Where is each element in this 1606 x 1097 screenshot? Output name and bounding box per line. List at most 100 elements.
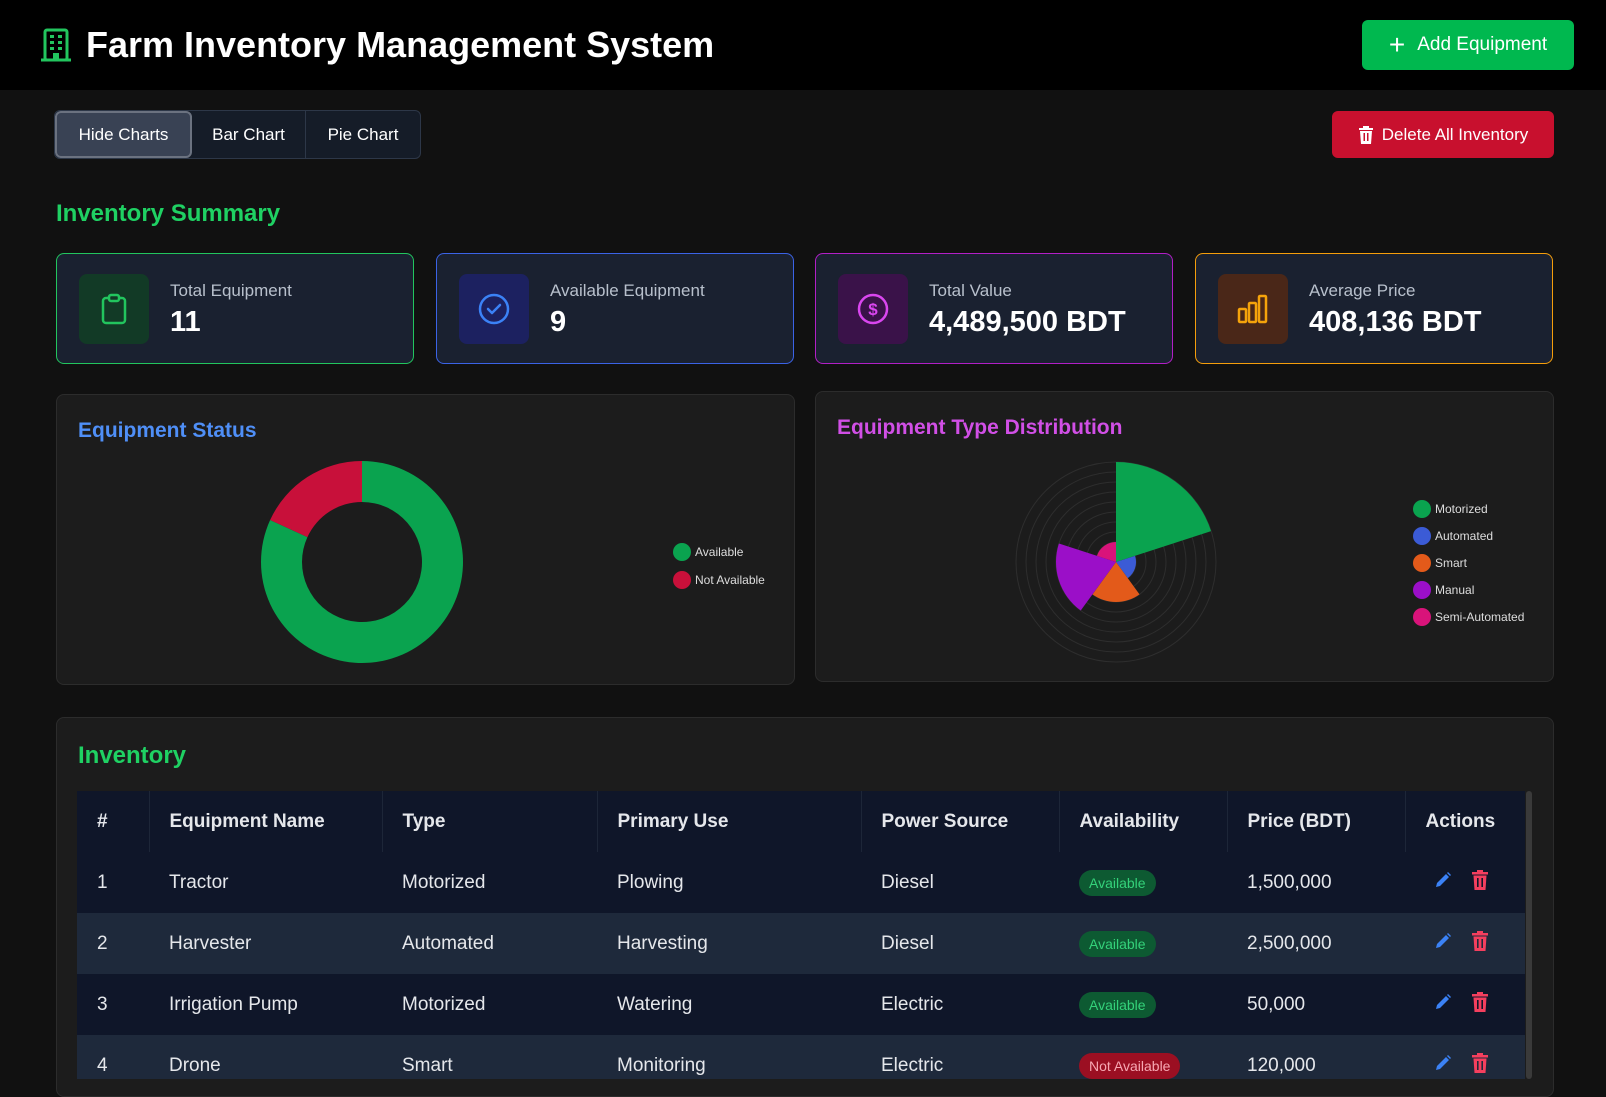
column-header-power[interactable]: Power Source [861,791,1060,852]
edit-icon[interactable] [1433,992,1453,1012]
delete-icon[interactable] [1471,991,1489,1012]
cell-availability: Available [1059,852,1227,913]
cell-number: 1 [77,852,149,913]
cell-use: Plowing [597,852,861,913]
pie-chart-button[interactable]: Pie Chart [306,111,420,158]
available-equipment-card: Available Equipment 9 [436,253,794,364]
total-equipment-card: Total Equipment 11 [56,253,414,364]
summary-title: Inventory Summary [56,200,281,227]
building-icon [41,28,71,62]
legend-label: Automated [1435,529,1494,543]
trash-icon [1358,125,1373,144]
bar-chart-button[interactable]: Bar Chart [192,111,306,158]
cell-type: Automated [382,913,597,974]
brand: Farm Inventory Management System [38,24,714,66]
column-header-availability[interactable]: Availability [1059,791,1228,852]
delete-all-button[interactable]: Delete All Inventory [1332,111,1554,158]
column-header-number[interactable]: # [77,791,150,852]
status-badge: Not Available [1079,1052,1181,1079]
cell-name: Drone [149,1035,382,1079]
legend-item[interactable]: Automated [1413,527,1493,545]
legend-swatch [1413,527,1431,545]
card-label: Available Equipment [550,281,705,300]
cell-price: 1,500,000 [1227,852,1405,913]
cell-name: Irrigation Pump [149,974,382,1035]
legend-label: Available [695,545,744,559]
card-value: 9 [550,306,567,338]
column-header-use[interactable]: Primary Use [597,791,862,852]
svg-text:$: $ [868,300,878,319]
app-title: Farm Inventory Management System [86,24,715,65]
status-badge: Available [1079,991,1156,1018]
cell-name: Harvester [149,913,382,974]
delete-icon[interactable] [1471,1052,1489,1073]
column-header-type[interactable]: Type [382,791,598,852]
cell-number: 2 [77,913,149,974]
legend-label: Semi-Automated [1435,610,1525,624]
legend-item[interactable]: Smart [1413,554,1467,572]
column-header-price[interactable]: Price (BDT) [1227,791,1406,852]
legend-item[interactable]: Not Available [673,571,765,589]
cell-actions [1405,1035,1525,1079]
legend-swatch [1413,500,1431,518]
total-value-card: $ Total Value 4,489,500 BDT [815,253,1173,364]
delete-all-label: Delete All Inventory [1381,124,1529,144]
cell-number: 4 [77,1035,149,1079]
equipment-status-panel: Equipment Status Available Not Available [56,394,795,685]
card-label: Average Price [1309,281,1416,300]
legend-item[interactable]: Motorized [1413,500,1488,518]
cell-actions [1405,974,1525,1035]
cell-type: Motorized [382,852,597,913]
cell-power: Electric [861,974,1059,1035]
delete-icon[interactable] [1471,930,1489,951]
status-chart-title: Equipment Status [78,419,257,442]
inventory-title: Inventory [78,742,187,769]
cell-power: Electric [861,1035,1059,1079]
cell-type: Smart [382,1035,597,1079]
cell-availability: Available [1059,974,1227,1035]
table-scrollbar[interactable] [1526,791,1532,1079]
cell-use: Watering [597,974,861,1035]
dollar-icon: $ [838,274,908,344]
legend-swatch [1413,581,1431,599]
legend-item[interactable]: Manual [1413,581,1474,599]
edit-icon[interactable] [1433,1053,1453,1073]
delete-icon[interactable] [1471,869,1489,890]
legend-swatch [673,571,691,589]
cell-price: 2,500,000 [1227,913,1405,974]
card-value: 4,489,500 BDT [929,306,1126,338]
legend-label: Manual [1435,583,1475,597]
add-equipment-label: Add Equipment [1417,34,1548,55]
edit-icon[interactable] [1433,870,1453,890]
column-header-actions: Actions [1405,791,1525,852]
legend-item[interactable]: Semi-Automated [1413,608,1524,626]
add-equipment-button[interactable]: + Add Equipment [1362,20,1574,70]
legend-swatch [673,543,691,561]
column-header-name[interactable]: Equipment Name [149,791,383,852]
legend-swatch [1413,608,1431,626]
cell-availability: Available [1059,913,1227,974]
cell-availability: Not Available [1059,1035,1227,1079]
cell-price: 50,000 [1227,974,1405,1035]
cell-use: Monitoring [597,1035,861,1079]
cell-power: Diesel [861,852,1059,913]
hide-charts-button[interactable]: Hide Charts [55,111,192,158]
status-badge: Available [1079,869,1156,896]
legend-label: Motorized [1435,502,1488,516]
cell-price: 120,000 [1227,1035,1405,1079]
status-donut-chart [261,461,463,663]
slice-not-available[interactable] [270,461,362,538]
equipment-type-panel: Equipment Type Distribution Motorized Au… [815,391,1554,682]
table-row: 3 Irrigation Pump Motorized Watering Ele… [77,974,1525,1035]
legend-label: Smart [1435,556,1468,570]
legend-label: Not Available [695,573,765,587]
top-bar: Farm Inventory Management System + Add E… [0,0,1606,90]
cell-actions [1405,852,1525,913]
edit-icon[interactable] [1433,931,1453,951]
clipboard-icon [79,274,149,344]
status-badge: Available [1079,930,1156,957]
legend-item[interactable]: Available [673,543,743,561]
cell-use: Harvesting [597,913,861,974]
legend-swatch [1413,554,1431,572]
inventory-table: # Equipment Name Type Primary Use Power … [77,791,1525,1079]
